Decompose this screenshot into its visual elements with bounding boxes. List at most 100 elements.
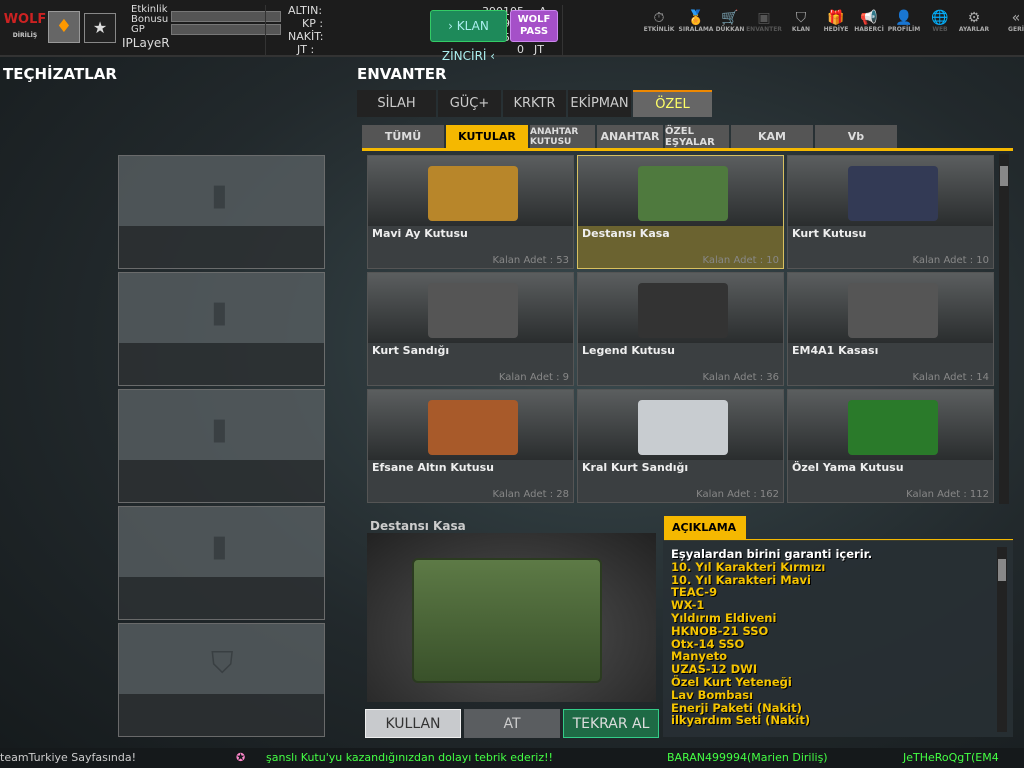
item-image (788, 273, 993, 343)
description-tab[interactable]: AÇIKLAMA (664, 516, 746, 540)
nav-label: KLAN (791, 26, 811, 33)
item-name: Efsane Altın Kutusu (372, 461, 494, 474)
nav-label: HABERCİ (854, 26, 884, 33)
nav-geri̇[interactable]: «GERİ (998, 10, 1024, 33)
description-scrollbar[interactable] (997, 547, 1007, 732)
preview-title: Destansı Kasa (370, 519, 466, 533)
wolf-pass-button[interactable]: WOLF PASS (510, 10, 558, 42)
username: IPLayeR (122, 36, 170, 50)
subtab-anahtar-kutusu[interactable]: ANAHTAR KUTUSU (530, 125, 595, 148)
nav-label: HEDİYE (823, 26, 849, 33)
inventory-item[interactable]: EM4A1 Kasası Kalan Adet : 14 (787, 272, 994, 386)
currency-label: JT : (297, 43, 315, 56)
nav-web[interactable]: 🌐 WEB (922, 10, 958, 33)
nav-label: AYARLAR (958, 26, 990, 33)
use-button[interactable]: KULLAN (365, 709, 461, 738)
inventory-item[interactable]: Efsane Altın Kutusu Kalan Adet : 28 (367, 389, 574, 503)
top-bar: WOLF DİRİLİŞ ♦ ★ Etkinlik Bonusu GP IPLay… (0, 0, 1024, 63)
nav-envanter[interactable]: ▣ ENVANTER (746, 10, 782, 33)
drop-button[interactable]: AT (464, 709, 560, 738)
inventory-item[interactable]: Kral Kurt Sandığı Kalan Adet : 162 (577, 389, 784, 503)
nav-hedi̇ye[interactable]: 🎁 HEDİYE (818, 10, 854, 33)
description-line: HKNOB-21 SSO (671, 623, 769, 638)
spray-icon: ▮ (211, 412, 228, 447)
tab-krktr[interactable]: KRKTR (503, 90, 566, 117)
inventory-title: ENVANTER (357, 65, 447, 83)
spray-icon: ▮ (211, 295, 228, 330)
nav-dükkan[interactable]: 🛒 DÜKKAN (712, 10, 748, 33)
inventory-item[interactable]: Özel Yama Kutusu Kalan Adet : 112 (787, 389, 994, 503)
nav-icon: 🏅 (687, 10, 705, 26)
nav-haberci̇[interactable]: 📢 HABERCİ (851, 10, 887, 33)
ticker-user: BARAN499994(Marien Diriliş) (667, 751, 828, 764)
inventory-item[interactable]: Kurt Sandığı Kalan Adet : 9 (367, 272, 574, 386)
news-ticker: teamTurkiye Sayfasında! ✪ şanslı Kutu'yu… (0, 748, 1024, 768)
item-grid-scrollbar[interactable] (999, 154, 1009, 504)
description-panel: Eşyalardan birini garanti içerir. 10. Yıl… (663, 540, 1013, 737)
inventory-item[interactable]: Mavi Ay Kutusu Kalan Adet : 53 (367, 155, 574, 269)
item-count: Kalan Adet : 162 (696, 489, 779, 500)
equipment-slot[interactable]: ▮ (118, 155, 325, 269)
inventory-item[interactable]: Destansı Kasa Kalan Adet : 10 (577, 155, 784, 269)
item-count: Kalan Adet : 36 (702, 372, 779, 383)
subtab-ozel-esyalar[interactable]: ÖZEL EŞYALAR (665, 125, 729, 148)
equipment-slot[interactable]: ▮ (118, 389, 325, 503)
item-count: Kalan Adet : 112 (906, 489, 989, 500)
item-name: EM4A1 Kasası (792, 344, 879, 357)
star-icon[interactable]: ★ (84, 13, 116, 43)
tab-guc[interactable]: GÜÇ+ (438, 90, 501, 117)
nav-label: GERİ (1008, 26, 1024, 33)
tab-ekipman[interactable]: EKİPMAN (568, 90, 631, 117)
rebuy-button[interactable]: TEKRAR AL (563, 709, 659, 738)
description-line: Eşyalardan birini garanti içerir. (671, 547, 873, 561)
tab-silah[interactable]: SİLAH (357, 90, 436, 117)
nav-icon: ⏱ (653, 10, 665, 26)
nav-icon: ▣ (757, 10, 771, 26)
equipment-slot[interactable]: ▮ (118, 272, 325, 386)
subtab-kam[interactable]: KAM (731, 125, 813, 148)
item-name: Kurt Sandığı (372, 344, 450, 357)
item-name: Özel Yama Kutusu (792, 461, 904, 474)
inventory-item[interactable]: Kurt Kutusu Kalan Adet : 10 (787, 155, 994, 269)
rank-badge-icon: ♦ (48, 11, 80, 43)
item-count: Kalan Adet : 28 (492, 489, 569, 500)
item-preview-image (367, 533, 656, 702)
item-count: Kalan Adet : 9 (498, 372, 569, 383)
item-name: Mavi Ay Kutusu (372, 227, 468, 240)
inventory-item[interactable]: Legend Kutusu Kalan Adet : 36 (577, 272, 784, 386)
description-line: 10. Yıl Karakteri Kırmızı (671, 559, 826, 574)
nav-profi̇li̇m[interactable]: 👤 PROFİLİM (886, 10, 922, 33)
nav-icon: 🛒 (721, 10, 739, 26)
equipment-title: TEÇHİZATLAR (3, 65, 117, 83)
nav-label: ENVANTER (746, 26, 782, 33)
nav-siralama[interactable]: 🏅 SIRALAMA (678, 10, 714, 33)
subtab-kutular[interactable]: KUTULAR (446, 125, 528, 148)
subtab-anahtar[interactable]: ANAHTAR (597, 125, 663, 148)
ticker-text: teamTurkiye Sayfasında! (0, 751, 137, 764)
item-name: Legend Kutusu (582, 344, 675, 357)
nav-etki̇nli̇k[interactable]: ⏱ ETKİNLİK (641, 10, 677, 33)
description-line: TEAC-9 (671, 585, 718, 600)
item-name: Destansı Kasa (582, 227, 670, 240)
equipment-slot[interactable]: ⛉ (118, 623, 325, 737)
nav-klan[interactable]: ⛉ KLAN (783, 10, 819, 33)
item-image (578, 390, 783, 460)
nav-ayarlar[interactable]: ⚙ AYARLAR (956, 10, 992, 33)
currency-label: KP : (302, 17, 324, 30)
item-image (368, 390, 573, 460)
description-line: Yıldırım Eldiveni (671, 610, 777, 625)
subtab-vb[interactable]: Vb (815, 125, 897, 148)
gp-label: GP (131, 24, 145, 35)
currency-value: 0 (517, 43, 524, 56)
game-logo: WOLF DİRİLİŞ (3, 12, 47, 39)
item-image (788, 156, 993, 226)
event-bonus-label: Etkinlik Bonusu (131, 4, 169, 25)
tab-ozel[interactable]: ÖZEL (633, 90, 712, 117)
description-line: Özel Kurt Yeteneği (671, 674, 792, 689)
currency-unit: JT (534, 43, 544, 56)
spray-icon: ▮ (211, 178, 228, 213)
klan-chain-button[interactable]: › KLAN ZİNCİRİ ‹ (430, 10, 507, 63)
subtab-tumu[interactable]: TÜMÜ (362, 125, 444, 148)
nav-icon: ⚙ (967, 10, 981, 26)
equipment-slot[interactable]: ▮ (118, 506, 325, 620)
